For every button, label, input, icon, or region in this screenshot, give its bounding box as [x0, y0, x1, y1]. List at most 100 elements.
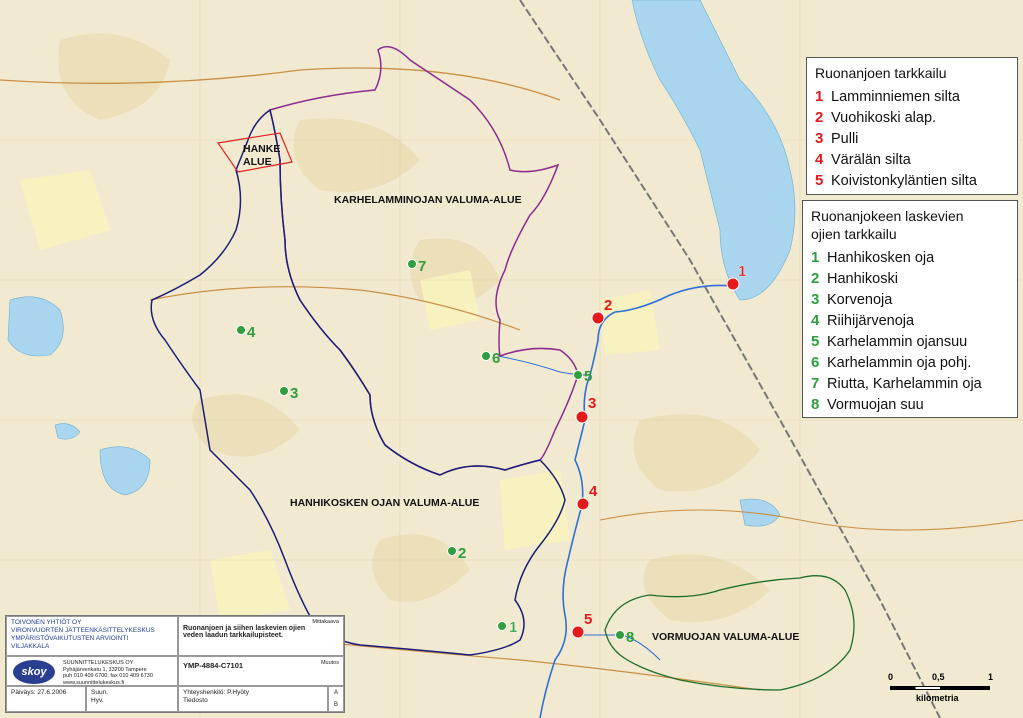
- legend-river-label: Pulli: [831, 130, 859, 147]
- revision-a: A: [333, 690, 338, 696]
- paivays: Päiväys: 27.6.2006: [11, 689, 67, 696]
- company-line: VIRONVUORTEN JÄTTEENKÄSITTELYKESKUS: [11, 627, 155, 634]
- legend-ditch-label: Riutta, Karhelammin oja: [827, 375, 982, 392]
- legend-ditch-item: 6 Karhelammin oja pohj.: [811, 352, 1009, 373]
- legend-ditch-num: 3: [811, 291, 820, 308]
- ditch-point-4-label: 4: [247, 324, 256, 341]
- legend-ditch-label: Karhelammin oja pohj.: [827, 354, 972, 371]
- legend-ditch-num: 5: [811, 333, 820, 350]
- firm-phone: puh 010 409 6700, fax 010 409 6730: [63, 673, 153, 679]
- river-point-5-label: 5: [584, 611, 592, 628]
- legend-river-num: 1: [815, 88, 824, 105]
- legend-river-num: 2: [815, 109, 824, 126]
- legend-ditch-item: 4 Riihijärvenoja: [811, 310, 1009, 331]
- legend-ditch-num: 1: [811, 249, 820, 266]
- legend-river-label: Koivistonkyläntien silta: [831, 172, 977, 189]
- legend-ditch-num: 8: [811, 396, 820, 413]
- title-block-contact: Yhteyshenkilö: P.Hyöty Tiedosto: [178, 686, 328, 712]
- legend-ditch-label: Vormuojan suu: [827, 396, 924, 413]
- legend-ditch-item: 1 Hanhikosken oja: [811, 247, 1009, 268]
- ditch-point-2[interactable]: [447, 546, 457, 556]
- legend-ditch-item: 3 Korvenoja: [811, 289, 1009, 310]
- ditch-point-6-label: 6: [492, 350, 500, 367]
- company-line: TOIVONEN YHTIÖT OY: [11, 619, 82, 626]
- title-block-map-title: Mittakaava Ruonanjoen ja siihen laskevie…: [178, 616, 344, 656]
- map-title-line: Ruonanjoen ja siihen laskevien ojien: [183, 625, 306, 632]
- ditch-point-8[interactable]: [615, 630, 625, 640]
- ditch-point-3[interactable]: [279, 386, 289, 396]
- legend-ditch-item: 5 Karhelammin ojansuu: [811, 331, 1009, 352]
- ditch-point-7-label: 7: [418, 258, 426, 275]
- legend-ditch-num: 4: [811, 312, 820, 329]
- revision-b: B: [333, 702, 338, 708]
- skoy-logo: skoy: [13, 660, 55, 684]
- logo-text: skoy: [21, 666, 47, 678]
- hanke-alue-label-line2: ALUE: [243, 156, 272, 168]
- legend-river-item: 2 Vuohikoski alap.: [815, 107, 1009, 128]
- karhelamminojan-label: KARHELAMMINOJAN VALUMA-ALUE: [334, 194, 522, 206]
- title-block: TOIVONEN YHTIÖT OY VIRONVUORTEN JÄTTEENK…: [5, 615, 345, 713]
- company-line: YMPÄRISTÖVAIKUTUSTEN ARVIOINTI: [11, 635, 129, 642]
- ditch-point-8-label: 8: [626, 629, 634, 646]
- title-block-firm: skoy SUUNNITTELUKESKUS OY Pyhäjärvenkatu…: [6, 656, 178, 686]
- ditch-point-1-label: 1: [509, 619, 517, 636]
- legend-ditch-num: 7: [811, 375, 820, 392]
- legend-river-item: 5 Koivistonkyläntien silta: [815, 170, 1009, 191]
- legend-river-item: 4 Värälän silta: [815, 149, 1009, 170]
- scale-tick-mid: 0,5: [932, 672, 945, 682]
- scale-bar: 0 0,5 1 kilometria: [886, 672, 996, 712]
- river-point-2-label: 2: [604, 297, 612, 314]
- yhteyshenkilo: Yhteyshenkilö: P.Hyöty: [183, 689, 249, 696]
- ditch-point-1[interactable]: [497, 621, 507, 631]
- legend-ditch-label: Karhelammin ojansuu: [827, 333, 968, 350]
- ditch-point-4[interactable]: [236, 325, 246, 335]
- ditch-point-3-label: 3: [290, 385, 298, 402]
- title-block-revisions: A B: [328, 686, 344, 712]
- hanhikosken-label: HANHIKOSKEN OJAN VALUMA-ALUE: [290, 497, 479, 509]
- legend-river-label: Värälän silta: [831, 151, 911, 168]
- legend-river-monitoring: Ruonanjoen tarkkailu 1 Lamminniemen silta…: [806, 57, 1018, 195]
- scale-tick-1: 1: [988, 672, 994, 682]
- hyv-label: Hyv.: [91, 697, 104, 704]
- ditch-point-5[interactable]: [573, 370, 583, 380]
- title-block-date: Päiväys: 27.6.2006: [6, 686, 86, 712]
- river-point-4[interactable]: [576, 497, 590, 511]
- legend-river-label: Vuohikoski alap.: [831, 109, 937, 126]
- ditch-point-7[interactable]: [407, 259, 417, 269]
- company-line: VILJAKKALA: [11, 643, 50, 650]
- vormuojan-label: VORMUOJAN VALUMA-ALUE: [652, 631, 799, 643]
- river-point-2[interactable]: [591, 311, 605, 325]
- legend-ditch-item: 8 Vormuojan suu: [811, 394, 1009, 415]
- legend-ditch-monitoring: Ruonanjokeen laskevien ojien tarkkailu 1…: [802, 200, 1018, 418]
- legend-ditch-title-line1: Ruonanjokeen laskevien: [811, 208, 964, 224]
- legend-ditch-num: 2: [811, 270, 820, 287]
- ditch-point-5-label: 5: [584, 368, 592, 385]
- map-title-line: veden laadun tarkkailupisteet.: [183, 632, 283, 639]
- legend-river-label: Lamminniemen silta: [831, 88, 960, 105]
- legend-ditch-item: 2 Hanhikoski: [811, 268, 1009, 289]
- tiedosto-label: Tiedosto: [183, 697, 208, 704]
- legend-river-num: 4: [815, 151, 824, 168]
- river-point-3[interactable]: [575, 410, 589, 424]
- legend-ditch-num: 6: [811, 354, 820, 371]
- legend-ditch-label: Korvenoja: [827, 291, 893, 308]
- ditch-point-6[interactable]: [481, 351, 491, 361]
- legend-ditch-label: Hanhikoski: [827, 270, 898, 287]
- river-point-3-label: 3: [588, 395, 596, 412]
- scale-unit: kilometria: [916, 693, 959, 703]
- legend-river-title: Ruonanjoen tarkkailu: [815, 65, 947, 81]
- lake-west: [7, 296, 64, 357]
- title-block-approvals: Suun. Hyv.: [86, 686, 178, 712]
- drawing-number: YMP-4884-C7101: [183, 661, 244, 670]
- suun-label: Suun.: [91, 689, 108, 696]
- legend-ditch-label: Riihijärvenoja: [827, 312, 915, 329]
- scale-bar-graphic: [890, 686, 990, 690]
- river-point-5[interactable]: [571, 625, 585, 639]
- scale-tick-0: 0: [888, 672, 894, 682]
- legend-ditch-title-line2: ojien tarkkailu: [811, 226, 897, 242]
- river-point-1-label: 1: [738, 263, 746, 280]
- river-point-4-label: 4: [589, 483, 598, 500]
- hanke-alue-label-line1: HANKE: [243, 143, 280, 155]
- legend-river-num: 3: [815, 130, 824, 147]
- legend-river-num: 5: [815, 172, 824, 189]
